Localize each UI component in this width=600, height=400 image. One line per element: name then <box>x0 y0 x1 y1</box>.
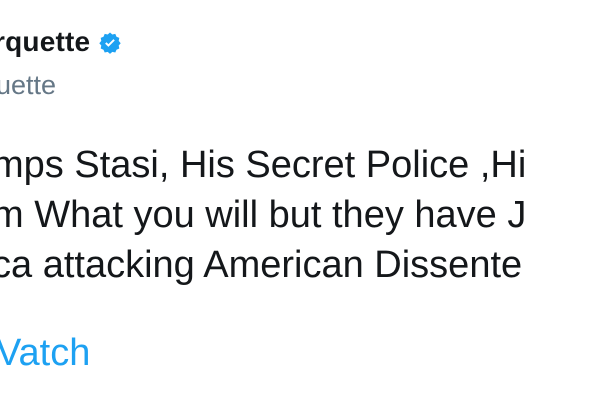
verified-badge-icon <box>98 31 122 55</box>
display-name[interactable]: rquette <box>0 26 90 58</box>
hashtag-link[interactable]: Vatch <box>0 332 90 375</box>
tweet-body: mps Stasi, His Secret Police ,Hi m What … <box>0 140 600 290</box>
tweet-body-line: ca attacking American Dissente <box>0 244 523 286</box>
user-handle[interactable]: uette <box>0 70 56 101</box>
tweet-card: rquette uette mps Stasi, His Secret Poli… <box>0 0 600 400</box>
tweet-body-line: m What you will but they have J <box>0 194 527 236</box>
display-name-row: rquette <box>0 26 122 58</box>
tweet-body-line: mps Stasi, His Secret Police ,Hi <box>0 144 527 186</box>
tweet-header: rquette <box>0 26 122 58</box>
